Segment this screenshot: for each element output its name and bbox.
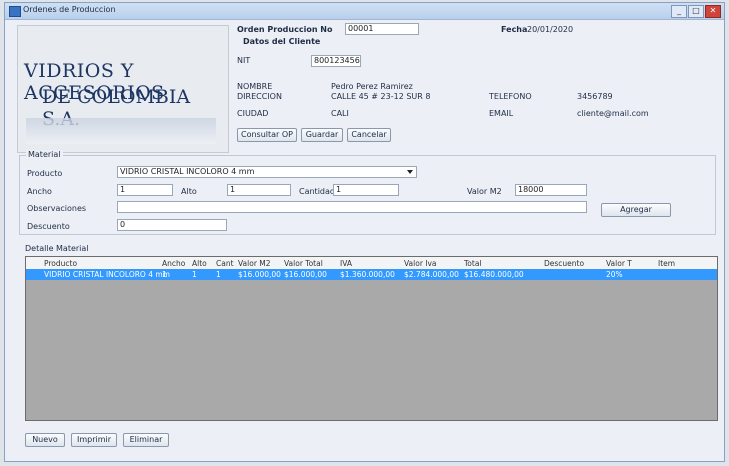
alto-label: Alto: [181, 187, 197, 196]
phone-value: 3456789: [577, 92, 613, 101]
grid-column-header[interactable]: Producto: [44, 259, 77, 268]
table-cell: 1: [192, 270, 197, 279]
table-cell: $16.480.000,00: [464, 270, 524, 279]
descuento-label: Descuento: [27, 222, 70, 231]
observaciones-input[interactable]: [117, 201, 587, 213]
grid-column-header[interactable]: Descuento: [544, 259, 584, 268]
company-logo: VIDRIOS Y ACCESORIOS DE COLOMBIA S.A.: [17, 25, 229, 153]
table-cell: 1: [162, 270, 167, 279]
alto-input[interactable]: 1: [227, 184, 291, 196]
grid-column-header[interactable]: Item: [658, 259, 675, 268]
table-cell: $1.360.000,00: [340, 270, 395, 279]
title-bar: Ordenes de Produccion _ □ ✕: [5, 3, 724, 20]
grid-column-header[interactable]: Valor M2: [238, 259, 271, 268]
chevron-down-icon: [407, 170, 413, 174]
descuento-input[interactable]: 0: [117, 219, 227, 231]
eliminar-button[interactable]: Eliminar: [123, 433, 169, 447]
imprimir-button[interactable]: Imprimir: [71, 433, 117, 447]
date-value: 20/01/2020: [527, 25, 574, 34]
date-label: Fecha: [501, 25, 528, 34]
table-cell: $16.000,00: [238, 270, 281, 279]
cancelar-button[interactable]: Cancelar: [347, 128, 391, 142]
order-number-label: Orden Produccion No: [237, 25, 333, 34]
app-icon: [9, 6, 21, 17]
product-select[interactable]: VIDRIO CRISTAL INCOLORO 4 mm: [117, 166, 417, 178]
email-label: EMAIL: [489, 109, 514, 118]
grid-column-header[interactable]: Valor Iva: [404, 259, 437, 268]
detalle-grid[interactable]: Producto Ancho Alto Cant Valor M2 Valor Total…: [25, 256, 718, 421]
observaciones-label: Observaciones: [27, 204, 87, 213]
consultar-op-button[interactable]: Consultar OP: [237, 128, 297, 142]
product-label: Producto: [27, 169, 63, 178]
grid-column-header[interactable]: Cant: [216, 259, 234, 268]
agregar-button[interactable]: Agregar: [601, 203, 671, 217]
nuevo-button[interactable]: Nuevo: [25, 433, 65, 447]
main-window: Ordenes de Produccion _ □ ✕ VIDRIOS Y AC…: [4, 2, 725, 462]
ancho-label: Ancho: [27, 187, 52, 196]
email-value: cliente@mail.com: [577, 109, 649, 118]
valor-m2-input[interactable]: 18000: [515, 184, 587, 196]
city-label: CIUDAD: [237, 109, 269, 118]
logo-reflection: [26, 118, 216, 144]
minimize-icon[interactable]: _: [671, 5, 687, 18]
valor-m2-label: Valor M2: [467, 187, 502, 196]
nit-input[interactable]: 800123456: [311, 55, 361, 67]
grid-column-header[interactable]: Alto: [192, 259, 207, 268]
grid-column-header[interactable]: Ancho: [162, 259, 185, 268]
product-select-value: VIDRIO CRISTAL INCOLORO 4 mm: [120, 167, 255, 176]
window-title: Ordenes de Produccion: [23, 5, 116, 14]
grid-column-header[interactable]: Valor Total: [284, 259, 323, 268]
name-value: Pedro Perez Ramirez: [331, 82, 413, 91]
address-value: CALLE 45 # 23-12 SUR 8: [331, 92, 431, 101]
table-cell: 1: [216, 270, 221, 279]
cantidad-label: Cantidad: [299, 187, 335, 196]
grid-column-header[interactable]: IVA: [340, 259, 352, 268]
nit-label: NIT: [237, 56, 251, 65]
table-cell: $2.784.000,00: [404, 270, 459, 279]
grid-column-header[interactable]: Valor T: [606, 259, 632, 268]
material-section-title: Material: [26, 150, 63, 159]
ancho-input[interactable]: 1: [117, 184, 173, 196]
table-row[interactable]: VIDRIO CRISTAL INCOLORO 4 mm 1 1 1 $16.000,0…: [26, 269, 717, 280]
close-icon[interactable]: ✕: [705, 5, 721, 18]
city-value: CALI: [331, 109, 349, 118]
grid-column-header[interactable]: Total: [464, 259, 482, 268]
order-number-input[interactable]: 00001: [345, 23, 419, 35]
client-section-title: Datos del Cliente: [243, 37, 321, 46]
name-label: NOMBRE: [237, 82, 273, 91]
table-cell: $16.000,00: [284, 270, 327, 279]
guardar-button[interactable]: Guardar: [301, 128, 343, 142]
cantidad-input[interactable]: 1: [333, 184, 399, 196]
maximize-icon[interactable]: □: [688, 5, 704, 18]
table-cell: VIDRIO CRISTAL INCOLORO 4 mm: [44, 270, 170, 279]
table-cell: 20%: [606, 270, 623, 279]
address-label: DIRECCION: [237, 92, 282, 101]
phone-label: TELEFONO: [489, 92, 532, 101]
detalle-section-title: Detalle Material: [25, 244, 89, 253]
